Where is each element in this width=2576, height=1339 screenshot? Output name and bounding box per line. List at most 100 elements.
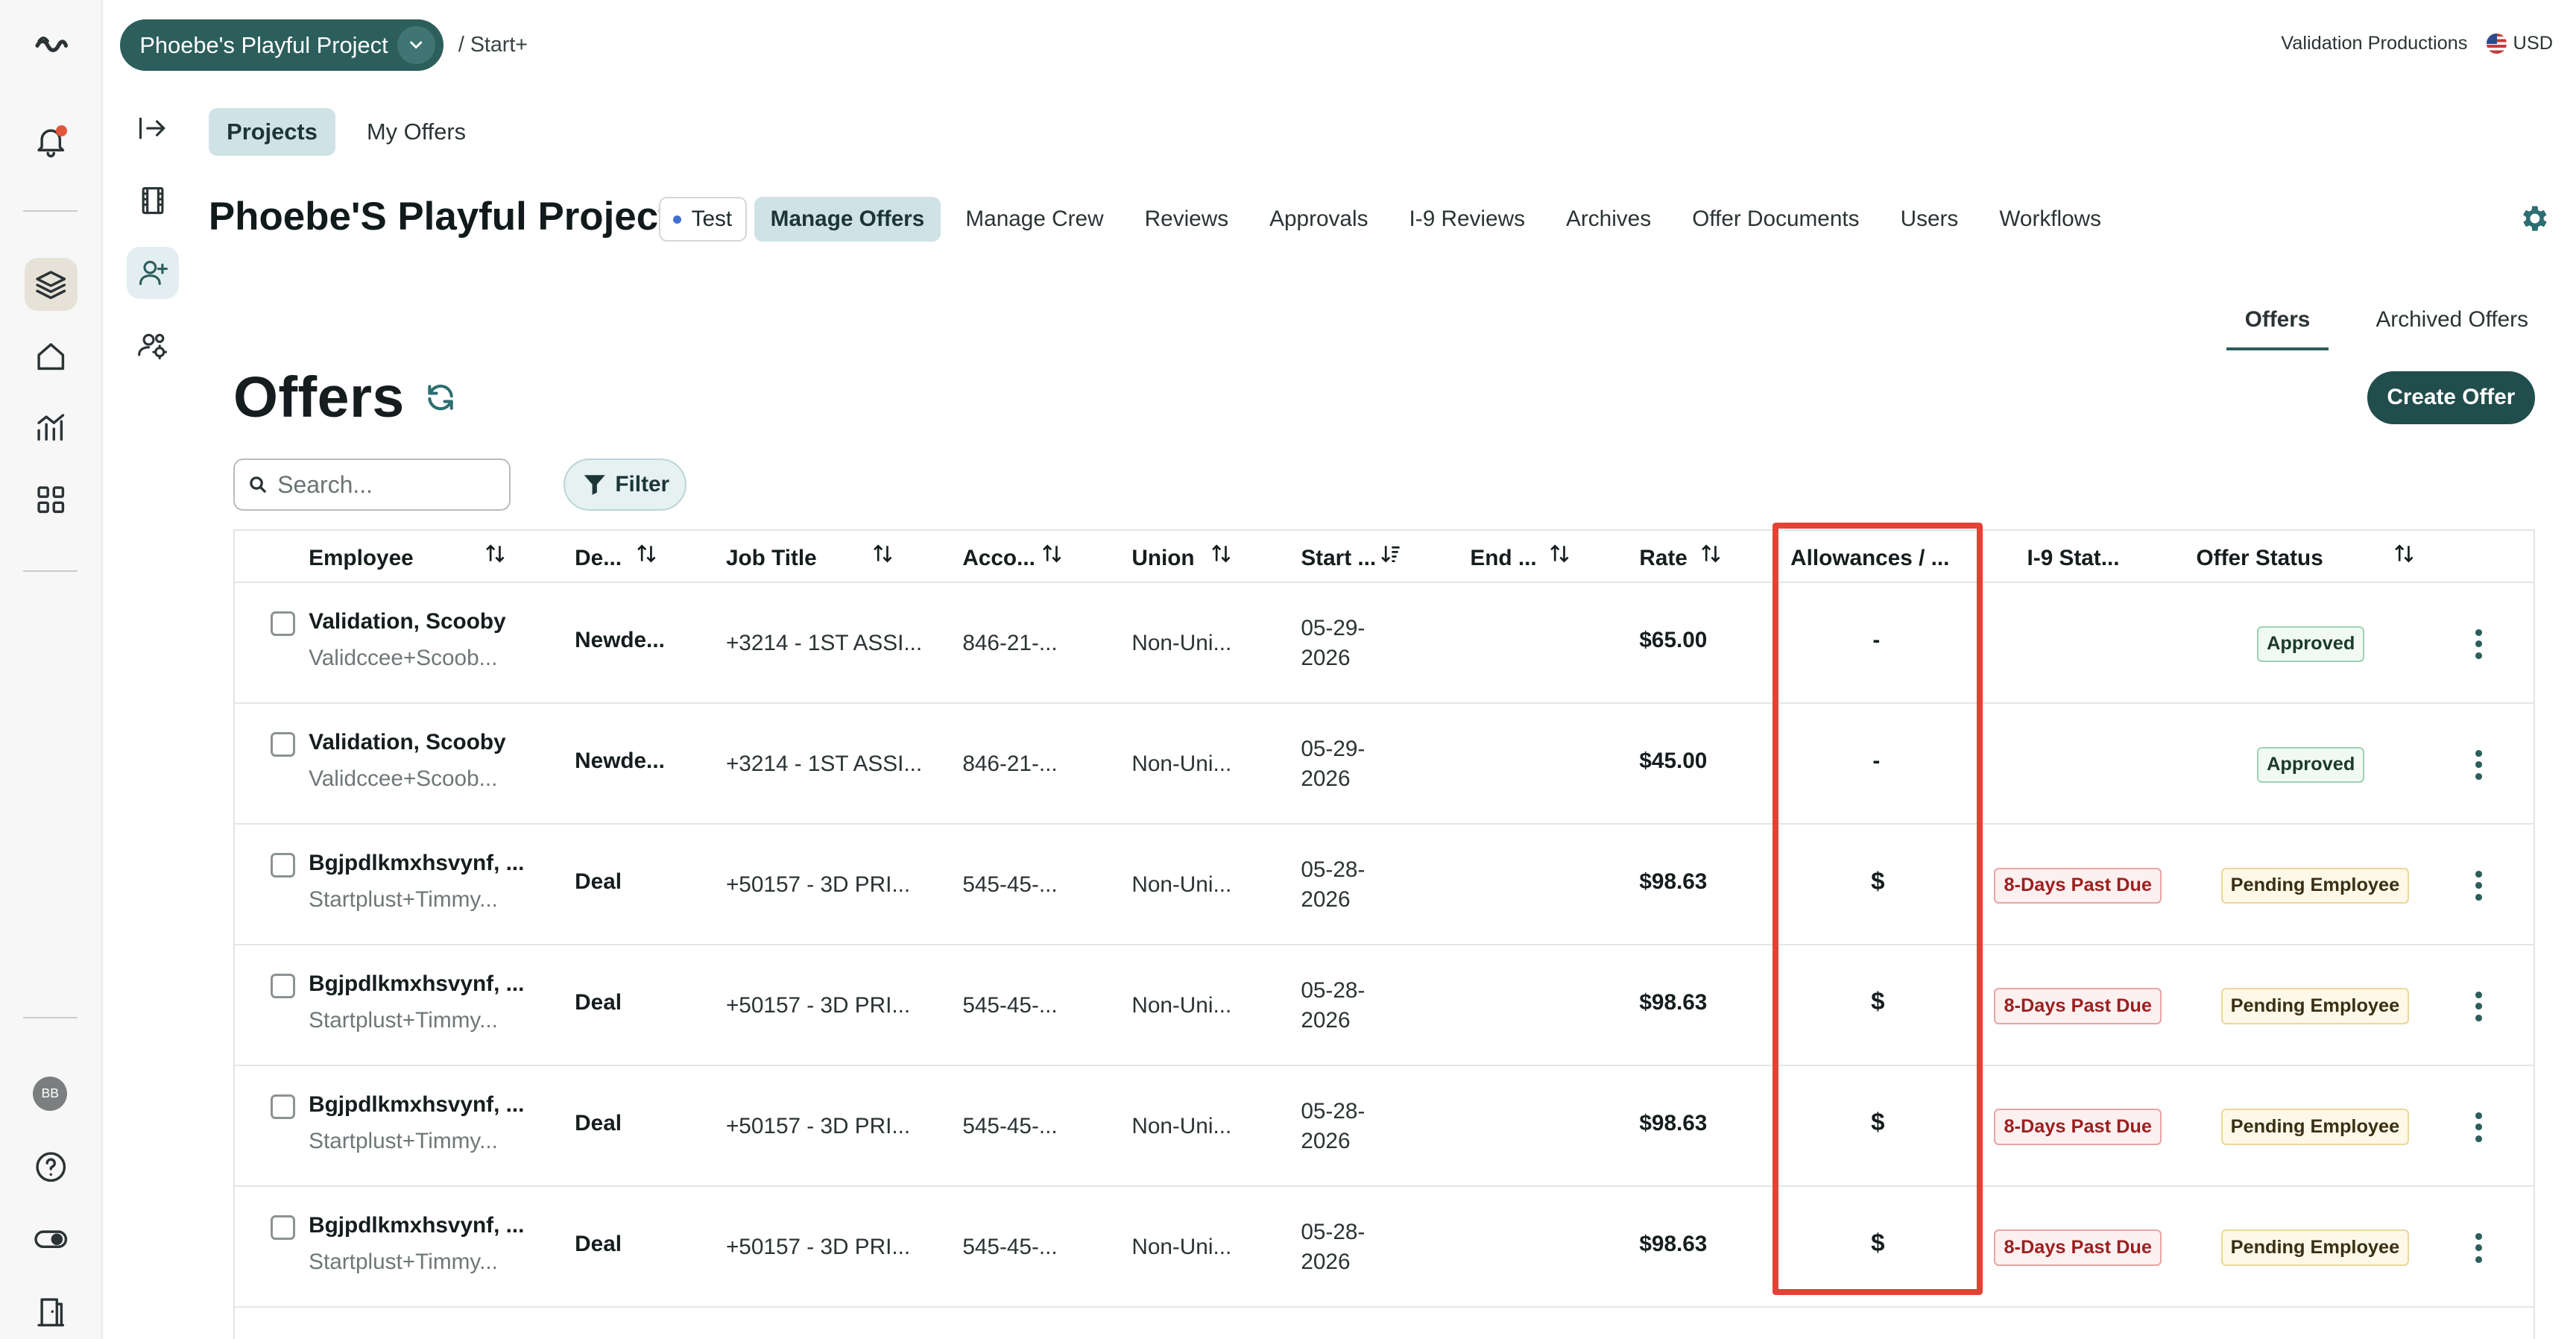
job-title-cell: +3214 - 1ST ASSI...	[725, 631, 923, 656]
status-dot	[673, 215, 682, 224]
allowances-column-highlight	[1772, 522, 1983, 1295]
currency-selector[interactable]: USD	[2487, 33, 2553, 54]
table-row[interactable]: Bgjpdlkmxhsvynf, ... Startplust+Timmy...…	[234, 825, 2534, 946]
column-header-job-title[interactable]: Job Title	[726, 546, 817, 571]
row-checkbox[interactable]	[271, 852, 296, 878]
tab-workflows[interactable]: Workflows	[1983, 197, 2118, 242]
department-cell: Newde...	[575, 627, 665, 652]
sort-icon[interactable]	[1549, 542, 1570, 565]
tab-i9-reviews[interactable]: I-9 Reviews	[1393, 197, 1541, 242]
account-cell: 545-45-...	[962, 1114, 1058, 1139]
sort-descending-icon[interactable]	[1380, 542, 1401, 565]
filter-button[interactable]: Filter	[563, 458, 687, 511]
search-input[interactable]	[277, 470, 491, 499]
sort-icon[interactable]	[1210, 542, 1232, 565]
rate-cell: $65.00	[1639, 627, 1708, 652]
sort-icon[interactable]	[2393, 542, 2415, 565]
more-options-icon[interactable]	[2475, 870, 2483, 901]
page-title: Offers	[233, 365, 405, 430]
team-settings-icon[interactable]	[127, 319, 180, 372]
table-row[interactable]: Bgjpdlkmxhsvynf, ... Startplust+Timmy...…	[234, 1187, 2534, 1308]
column-header-union[interactable]: Union	[1131, 546, 1194, 571]
user-avatar[interactable]: BB	[33, 1076, 68, 1111]
chevron-down-icon[interactable]	[397, 26, 436, 64]
top-bar: Phoebe's Playful Project / Start+ Valida…	[104, 0, 2576, 92]
account-cell: 545-45-...	[962, 1235, 1058, 1260]
film-icon[interactable]	[127, 174, 180, 227]
tab-offers[interactable]: Offers	[2226, 300, 2329, 350]
column-header-department[interactable]: De...	[575, 546, 622, 571]
layers-icon[interactable]	[25, 258, 78, 311]
analytics-icon[interactable]	[30, 406, 72, 448]
employee-name: Bgjpdlkmxhsvynf, ...	[309, 851, 525, 876]
collapse-icon[interactable]	[127, 102, 180, 155]
tab-manage-offers[interactable]: Manage Offers	[754, 197, 941, 242]
more-options-icon[interactable]	[2475, 1232, 2483, 1263]
column-header-end-date[interactable]: End ...	[1470, 546, 1536, 571]
tab-offer-documents[interactable]: Offer Documents	[1676, 197, 1875, 242]
sort-icon[interactable]	[872, 542, 894, 565]
home-icon[interactable]	[30, 335, 72, 378]
tab-manage-crew[interactable]: Manage Crew	[949, 197, 1120, 242]
toggle-icon[interactable]	[30, 1217, 72, 1260]
organization-name[interactable]: Validation Productions	[2281, 33, 2467, 54]
offer-status-badge: Approved	[2257, 626, 2365, 662]
column-header-account[interactable]: Acco...	[962, 546, 1035, 571]
job-title-cell: +50157 - 3D PRI...	[725, 1235, 911, 1260]
row-checkbox[interactable]	[271, 973, 296, 998]
account-cell: 846-21-...	[962, 631, 1058, 656]
project-selector[interactable]: Phoebe's Playful Project	[119, 19, 444, 71]
row-checkbox[interactable]	[271, 611, 296, 636]
project-title: Phoebe'S Playful Project	[208, 195, 672, 239]
refresh-icon[interactable]	[424, 381, 457, 414]
column-header-employee[interactable]: Employee	[309, 546, 414, 571]
tab-approvals[interactable]: Approvals	[1253, 197, 1384, 242]
more-options-icon[interactable]	[2475, 749, 2483, 780]
tab-archived-offers[interactable]: Archived Offers	[2358, 300, 2546, 350]
sort-icon[interactable]	[484, 542, 506, 565]
column-header-rate[interactable]: Rate	[1639, 546, 1687, 571]
more-options-icon[interactable]	[2475, 991, 2483, 1021]
left-rail: BB	[0, 0, 102, 1339]
column-header-i9-status[interactable]: I-9 Stat...	[2027, 546, 2120, 571]
bell-icon[interactable]	[30, 120, 72, 163]
table-row[interactable]: Validation, Scooby Validccee+Scoob... Ne…	[234, 704, 2534, 825]
door-icon[interactable]	[30, 1290, 72, 1332]
employee-email: Validccee+Scoob...	[309, 645, 498, 670]
grid-icon[interactable]	[30, 478, 72, 520]
row-checkbox[interactable]	[271, 1094, 296, 1119]
row-checkbox[interactable]	[271, 1214, 296, 1240]
table-row[interactable]: Bgjpdlkmxhsvynf, ... Startplust+Timmy...…	[234, 945, 2534, 1067]
column-header-start-date[interactable]: Start ...	[1301, 546, 1376, 571]
more-options-icon[interactable]	[2475, 1112, 2483, 1142]
more-options-icon[interactable]	[2475, 628, 2483, 659]
logo-icon[interactable]	[30, 23, 72, 66]
start-date-cell: 05-28-	[1301, 1099, 1366, 1124]
table-row[interactable]: Validation, Scooby Validccee+Scoob... Ne…	[234, 583, 2534, 705]
start-year-cell: 2026	[1301, 766, 1351, 791]
tab-reviews[interactable]: Reviews	[1128, 197, 1245, 242]
sort-icon[interactable]	[1700, 542, 1722, 565]
help-icon[interactable]	[30, 1145, 72, 1188]
tab-projects[interactable]: Projects	[208, 108, 336, 157]
i9-status-badge: 8-Days Past Due	[1994, 867, 2162, 904]
table-row[interactable]: Bgjpdlkmxhsvynf, ... Startplust+Timmy...…	[234, 1066, 2534, 1188]
environment-badge-label: Test	[691, 207, 733, 232]
tab-users[interactable]: Users	[1884, 197, 1975, 242]
employee-email: Startplust+Timmy...	[309, 1128, 498, 1153]
job-title-cell: +50157 - 3D PRI...	[725, 872, 911, 898]
search-box[interactable]	[233, 458, 511, 511]
column-header-offer-status[interactable]: Offer Status	[2197, 546, 2323, 571]
gear-icon[interactable]	[2517, 202, 2550, 235]
row-checkbox[interactable]	[271, 731, 296, 757]
breadcrumb[interactable]: / Start+	[458, 33, 528, 57]
offer-status-badge: Approved	[2257, 746, 2365, 783]
tab-my-offers[interactable]: My Offers	[349, 108, 484, 156]
union-cell: Non-Uni...	[1131, 631, 1232, 656]
sort-icon[interactable]	[636, 542, 657, 565]
sort-icon[interactable]	[1041, 542, 1063, 565]
create-offer-button[interactable]: Create Offer	[2367, 371, 2535, 424]
add-user-icon[interactable]	[126, 246, 180, 300]
i9-status-badge: 8-Days Past Due	[1994, 1229, 2162, 1266]
tab-archives[interactable]: Archives	[1550, 197, 1667, 242]
